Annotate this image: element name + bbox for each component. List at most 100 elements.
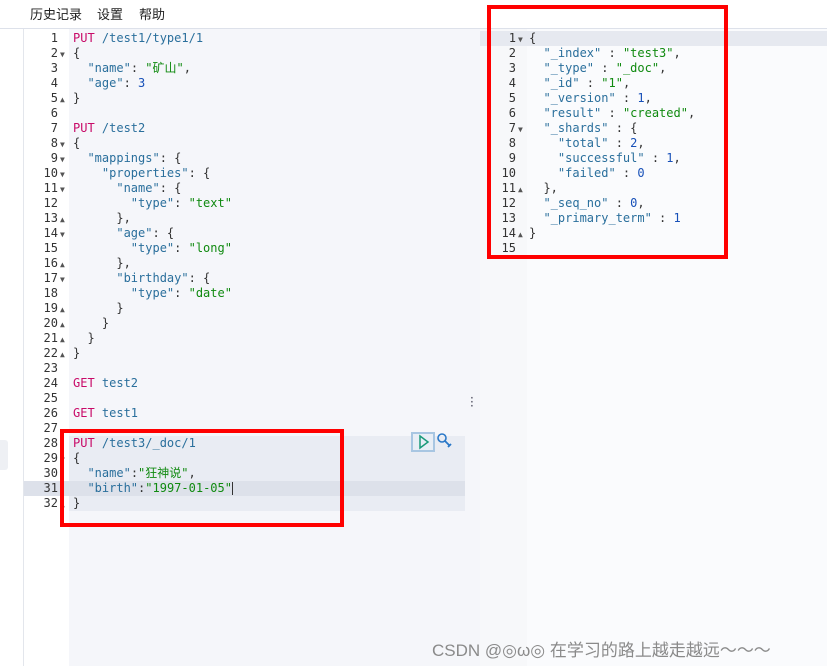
line-number: 21 ▲ [24,331,68,346]
token-kw: PUT [73,121,95,135]
token-key: "type" [130,196,175,210]
line-number: 12 [43,196,58,210]
token-key: "properties" [101,166,189,180]
token-p: { [73,136,81,150]
code-line: } [73,91,80,106]
token-p: }, [73,211,131,225]
fold-arrow-icon[interactable]: ▼ [60,137,68,152]
run-request-button[interactable] [411,432,435,452]
line-number: 13 ▲ [24,211,68,226]
token-p: : { [188,166,211,180]
line-number: 25 [43,391,58,405]
play-icon [419,434,430,450]
token-url: /test1/type1/1 [94,31,204,45]
line-number: 5 ▲ [24,91,68,106]
line-number: 22 ▲ [24,346,68,361]
token-p: : [123,76,139,90]
token-p [73,241,131,255]
code-line: "name": "矿山", [73,61,191,76]
unfold-arrow-icon[interactable]: ▲ [60,332,68,347]
line-number: 3 [50,61,58,75]
code-line: GET test1 [73,406,138,421]
token-kw: GET [73,376,95,390]
token-kw: GET [73,406,95,420]
token-p: : [130,61,146,75]
code-line: } [73,316,109,331]
token-kw: PUT [73,31,95,45]
line-number: 20 ▲ [24,316,68,331]
token-p [73,76,87,90]
fold-arrow-icon[interactable]: ▼ [60,227,68,242]
menu-settings[interactable]: 设置 [97,4,123,23]
code-line: PUT /test1/type1/1 [73,31,203,46]
watermark: CSDN @◎ω◎ 在学习的路上越走越远～～～ [432,641,771,660]
unfold-arrow-icon[interactable]: ▲ [60,302,68,317]
token-str: "date" [188,286,232,300]
unfold-arrow-icon[interactable]: ▲ [60,317,68,332]
token-url: /test2 [94,121,146,135]
token-p [73,151,87,165]
token-url: test1 [94,406,139,420]
line-number: 10 ▼ [24,166,68,181]
code-line: "age": { [73,226,174,241]
token-str: "矿山" [145,61,184,75]
token-p: }, [73,256,131,270]
code-line: "properties": { [73,166,210,181]
panel-splitter[interactable] [466,29,479,666]
unfold-arrow-icon[interactable]: ▲ [60,92,68,107]
code-line: "name": { [73,181,181,196]
code-line: } [73,301,124,316]
token-p: } [73,316,110,330]
line-number: 9 ▼ [24,151,68,166]
token-key: "name" [116,181,160,195]
token-str: "text" [188,196,232,210]
token-str: "long" [188,241,232,255]
code-line: PUT /test2 [73,121,145,136]
line-number: 16 ▲ [24,256,68,271]
code-line: "birthday": { [73,271,210,286]
token-p: , [183,61,191,75]
token-p: } [73,346,81,360]
unfold-arrow-icon[interactable]: ▲ [60,257,68,272]
code-line: "age": 3 [73,76,145,91]
line-number: 11 ▼ [24,181,68,196]
line-number: 6 [50,106,58,120]
token-p [73,61,87,75]
code-line: } [73,331,94,346]
token-num: 3 [138,76,146,90]
code-line: { [73,136,80,151]
token-p [73,166,102,180]
fold-arrow-icon[interactable]: ▼ [60,272,68,287]
code-line: }, [73,211,131,226]
wrench-icon[interactable] [436,432,452,452]
fold-arrow-icon[interactable]: ▼ [60,167,68,182]
line-number: 24 [43,376,58,390]
request-editor[interactable]: 1 PUT /test1/type1/1 2 ▼ {3 "name": "矿山", 4 "… [24,29,465,666]
code-line: "mappings": { [73,151,181,166]
line-number: 14 ▼ [24,226,68,241]
unfold-arrow-icon[interactable]: ▲ [60,347,68,362]
code-line: }, [73,256,131,271]
response-highlight-box [487,5,728,259]
token-p: : [174,241,189,255]
vertical-dots-icon[interactable]: · · · [470,392,474,412]
fold-arrow-icon[interactable]: ▼ [60,152,68,167]
line-number: 1 [50,31,58,45]
line-number: 18 [43,286,58,300]
token-p: : { [159,151,182,165]
fold-arrow-icon[interactable]: ▼ [60,47,68,62]
line-number: 19 ▲ [24,301,68,316]
unfold-arrow-icon[interactable]: ▲ [60,212,68,227]
line-number: 15 [43,241,58,255]
token-p: : [174,286,189,300]
fold-arrow-icon[interactable]: ▼ [60,182,68,197]
code-line: "type": "text" [73,196,232,211]
line-number: 23 [43,361,58,375]
sidebar-tab[interactable] [0,440,8,470]
token-p: : { [188,271,211,285]
menu-history[interactable]: 历史记录 [30,4,82,23]
token-p: } [73,301,124,315]
code-line: "type": "date" [73,286,232,301]
menu-help[interactable]: 帮助 [139,4,165,23]
token-key: "birthday" [116,271,189,285]
